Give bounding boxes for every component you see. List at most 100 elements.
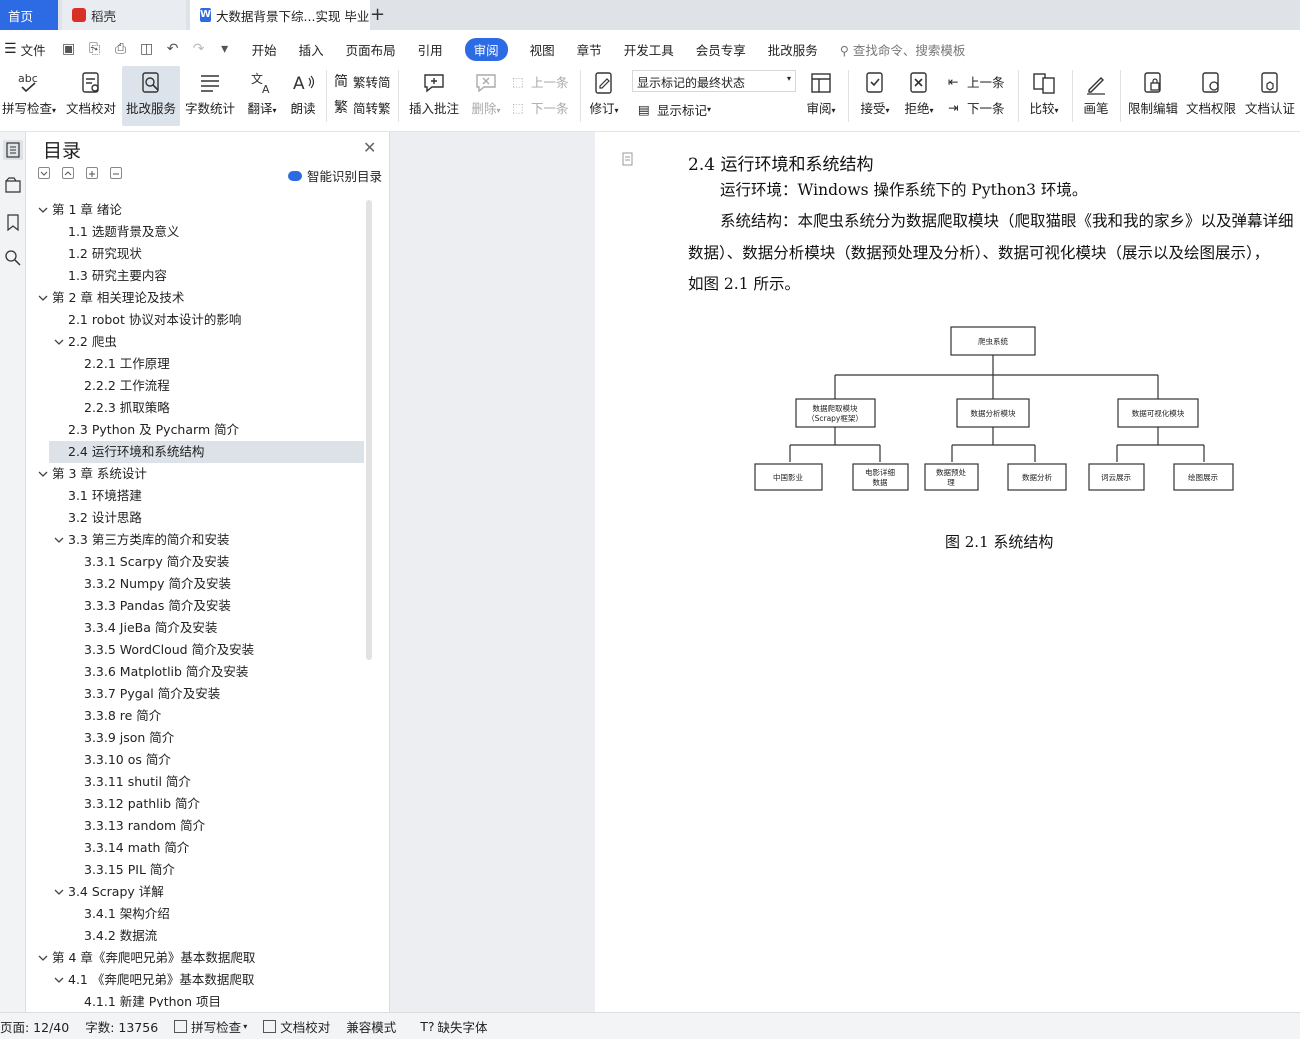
next-comment-button[interactable]: ⬚ 下一条	[512, 98, 569, 117]
status-doc-proof[interactable]: 文档校对	[263, 1017, 330, 1036]
bookmark-icon[interactable]	[3, 212, 23, 232]
print-preview-icon[interactable]: ◫	[138, 41, 156, 57]
toc-item[interactable]: 2.2.1 工作原理	[34, 353, 364, 375]
simp-to-trad-button[interactable]: 繁简转繁	[334, 98, 391, 117]
toc-item[interactable]: 3.3.2 Numpy 简介及安装	[34, 573, 364, 595]
collapse-all-icon[interactable]	[38, 167, 50, 179]
toc-item[interactable]: 2.1 robot 协议对本设计的影响	[34, 309, 364, 331]
show-markup-button[interactable]: ▤ 显示标记 ▾	[638, 100, 711, 119]
toc-item[interactable]: 3.3.13 random 简介	[34, 815, 364, 837]
menu-review[interactable]: 审阅	[464, 37, 508, 61]
revise-button[interactable]: 修订▾	[586, 66, 622, 126]
chevron-down-icon[interactable]	[54, 887, 64, 897]
toc-item[interactable]: 3.3.10 os 简介	[34, 749, 364, 771]
toc-item[interactable]: 3.3.7 Pygal 简介及安装	[34, 683, 364, 705]
delete-comment-button[interactable]: 删除▾	[466, 66, 506, 126]
quick-access-dropdown-icon[interactable]: ▾	[216, 41, 234, 57]
reject-button[interactable]: 拒绝▾	[900, 66, 938, 126]
pen-button[interactable]: 画笔	[1078, 66, 1114, 126]
toc-item[interactable]: 3.3.6 Matplotlib 简介及安装	[34, 661, 364, 683]
new-tab-plus-icon[interactable]: +	[370, 4, 385, 25]
doc-proof-button[interactable]: 文档校对	[64, 66, 118, 126]
toc-item[interactable]: 2.2.2 工作流程	[34, 375, 364, 397]
toc-item[interactable]: 3.3.3 Pandas 简介及安装	[34, 595, 364, 617]
toc-item[interactable]: 第 1 章 绪论	[34, 199, 364, 221]
menu-view[interactable]: 视图	[530, 40, 555, 59]
save-icon[interactable]: ▣	[60, 41, 78, 57]
menu-section[interactable]: 章节	[577, 40, 602, 59]
undo-icon[interactable]: ↶	[164, 41, 182, 57]
toc-panel-icon[interactable]	[3, 140, 23, 160]
menu-developer[interactable]: 开发工具	[624, 40, 674, 59]
tab-daoke[interactable]: 稻壳	[62, 0, 186, 30]
menu-references[interactable]: 引用	[418, 40, 443, 59]
menu-file[interactable]: 文件	[21, 40, 46, 59]
expand-up-icon[interactable]	[62, 167, 74, 179]
compare-button[interactable]: 比较▾	[1024, 66, 1064, 126]
toc-item[interactable]: 3.3.14 math 简介	[34, 837, 364, 859]
redo-icon[interactable]: ↷	[190, 41, 208, 57]
export-pdf-icon[interactable]: ⎘	[86, 41, 104, 57]
tab-document[interactable]: W 大数据背景下综...实现 毕业论	[190, 0, 370, 30]
chevron-down-icon[interactable]	[38, 469, 48, 479]
toc-item[interactable]: 3.1 环境搭建	[34, 485, 364, 507]
toc-item[interactable]: 3.3.11 shutil 简介	[34, 771, 364, 793]
toc-item[interactable]: 3.3.8 re 简介	[34, 705, 364, 727]
prev-comment-button[interactable]: ⬚ 上一条	[512, 72, 569, 91]
hamburger-menu-icon[interactable]: ☰	[4, 41, 17, 57]
chevron-down-icon[interactable]	[54, 337, 64, 347]
review-pane-button[interactable]: 审阅▾	[802, 66, 840, 126]
toc-item[interactable]: 2.3 Python 及 Pycharm 简介	[34, 419, 364, 441]
toc-item[interactable]: 3.2 设计思路	[34, 507, 364, 529]
toc-item[interactable]: 3.3.12 pathlib 简介	[34, 793, 364, 815]
chevron-down-icon[interactable]	[54, 975, 64, 985]
status-page[interactable]: 页面: 12/40	[0, 1017, 69, 1036]
toc-item[interactable]: 3.3.1 Scarpy 简介及安装	[34, 551, 364, 573]
toc-item[interactable]: 3.4.1 架构介绍	[34, 903, 364, 925]
chevron-down-icon[interactable]	[54, 535, 64, 545]
trad-to-simp-button[interactable]: 简繁转简	[334, 72, 391, 91]
toc-item[interactable]: 1.1 选题背景及意义	[34, 221, 364, 243]
toc-scrollbar[interactable]	[366, 200, 372, 660]
menu-home[interactable]: 开始	[252, 40, 277, 59]
toc-item[interactable]: 第 3 章 系统设计	[34, 463, 364, 485]
add-heading-icon[interactable]	[86, 167, 98, 179]
toc-item[interactable]: 4.1 《奔爬吧兄弟》基本数据爬取	[34, 969, 364, 991]
chapter-nav-icon[interactable]	[3, 176, 23, 196]
markup-state-select[interactable]: 显示标记的最终状态 ▾	[632, 70, 796, 92]
toc-item[interactable]: 2.4 运行环境和系统结构	[49, 441, 364, 463]
toc-item[interactable]: 3.3.5 WordCloud 简介及安装	[34, 639, 364, 661]
insert-comment-button[interactable]: 插入批注	[406, 66, 462, 126]
status-missing-font[interactable]: T? 缺失字体	[420, 1017, 487, 1036]
toc-item[interactable]: 3.3.4 JieBa 简介及安装	[34, 617, 364, 639]
paragraph-menu-icon[interactable]	[621, 152, 635, 166]
toc-item[interactable]: 1.3 研究主要内容	[34, 265, 364, 287]
menu-insert[interactable]: 插入	[299, 40, 324, 59]
close-icon[interactable]: ✕	[363, 138, 376, 157]
spell-check-button[interactable]: abc 拼写检查▾	[0, 66, 58, 126]
toc-item[interactable]: 3.3.9 json 简介	[34, 727, 364, 749]
document-page[interactable]: 2.4 运行环境和系统结构 运行环境：Windows 操作系统下的 Python…	[595, 132, 1300, 1012]
print-icon[interactable]: ⎙	[112, 41, 130, 57]
accept-button[interactable]: 接受▾	[856, 66, 894, 126]
prev-change-button[interactable]: ⇤ 上一条	[948, 72, 1005, 91]
toc-item[interactable]: 2.2 爬虫	[34, 331, 364, 353]
translate-button[interactable]: 文A 翻译▾	[242, 66, 282, 126]
toc-item[interactable]: 第 4 章《奔爬吧兄弟》基本数据爬取	[34, 947, 364, 969]
restrict-edit-button[interactable]: 限制编辑	[1126, 66, 1180, 126]
doc-cert-button[interactable]: 文档认证	[1242, 66, 1298, 126]
menu-page-layout[interactable]: 页面布局	[346, 40, 396, 59]
tab-home[interactable]: 首页	[0, 0, 58, 30]
search-command[interactable]: ⚲ 查找命令、搜索模板	[840, 40, 966, 59]
doc-permission-button[interactable]: 文档权限	[1184, 66, 1238, 126]
search-icon[interactable]	[3, 248, 23, 268]
status-compat-mode[interactable]: 兼容模式	[346, 1017, 396, 1036]
toc-item[interactable]: 3.4 Scrapy 详解	[34, 881, 364, 903]
remove-heading-icon[interactable]	[110, 167, 122, 179]
toc-item[interactable]: 1.2 研究现状	[34, 243, 364, 265]
chevron-down-icon[interactable]	[38, 953, 48, 963]
toc-item[interactable]: 3.3.15 PIL 简介	[34, 859, 364, 881]
menu-member[interactable]: 会员专享	[696, 40, 746, 59]
next-change-button[interactable]: ⇥ 下一条	[948, 98, 1005, 117]
toc-item[interactable]: 4.1.1 新建 Python 项目	[34, 991, 364, 1007]
